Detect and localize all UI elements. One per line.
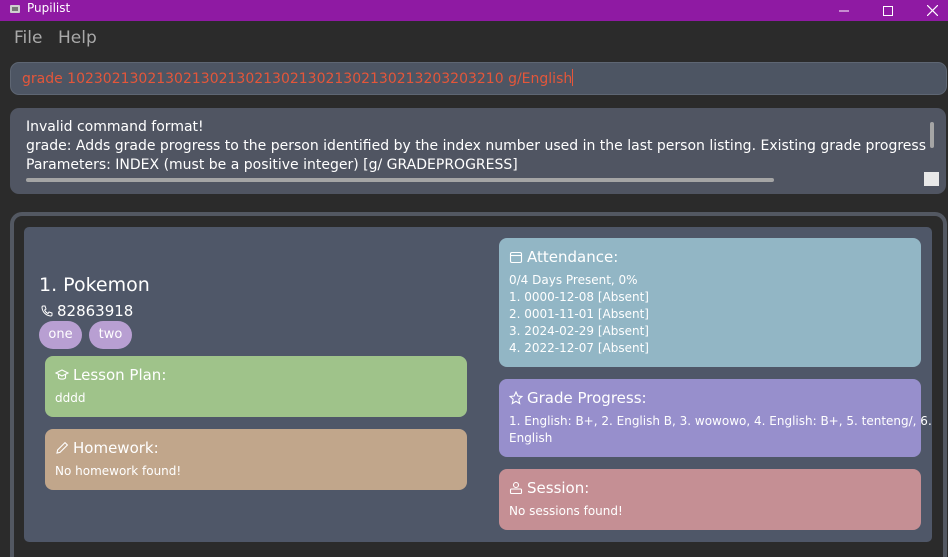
homework-box: Homework: No homework found!: [45, 429, 467, 490]
grade-progress-header: Grade Progress:: [509, 388, 647, 408]
command-box[interactable]: grade 1023021302130213021302130213021302…: [10, 62, 947, 95]
grade-progress-line-2: English: [509, 431, 553, 445]
text-caret: [572, 69, 574, 86]
result-line-2: grade: Adds grade progress to the person…: [26, 138, 926, 154]
result-text: Invalid command format! grade: Adds grad…: [26, 118, 926, 172]
session-icon: [509, 481, 523, 495]
grade-progress-title: Grade Progress:: [527, 389, 647, 407]
minimize-button[interactable]: [822, 0, 866, 21]
minimize-icon: [839, 10, 849, 11]
lesson-plan-header: Lesson Plan:: [55, 365, 166, 385]
attendance-summary: 0/4 Days Present, 0%: [509, 273, 638, 287]
homework-title: Homework:: [73, 439, 159, 457]
grade-progress-line-1: 1. English: B+, 2. English B, 3. wowowo,…: [509, 414, 932, 428]
grade-progress-box: Grade Progress: 1. English: B+, 2. Engli…: [499, 379, 932, 457]
attendance-entry-3: 3. 2024-02-29 [Absent]: [509, 324, 649, 338]
phone-number: 82863918: [57, 302, 134, 320]
star-icon: [509, 391, 523, 405]
scroll-corner: [924, 172, 939, 186]
menu-file[interactable]: File: [14, 28, 42, 48]
session-box: Session: No sessions found!: [499, 469, 921, 530]
graduation-cap-icon: [55, 369, 69, 380]
close-button[interactable]: [910, 0, 948, 21]
maximize-button[interactable]: [866, 0, 910, 21]
attendance-header: Attendance:: [509, 247, 618, 267]
person-phone: 82863918: [41, 302, 133, 320]
close-icon: [926, 5, 938, 16]
attendance-entry-4: 4. 2022-12-07 [Absent]: [509, 341, 649, 355]
calendar-icon: [509, 251, 523, 264]
attendance-entry-1: 1. 0000-12-08 [Absent]: [509, 290, 649, 304]
menu-bar: File Help: [0, 21, 948, 56]
pencil-icon: [56, 441, 69, 454]
tag-one: one: [39, 321, 82, 349]
person-name: 1. Pokemon: [39, 274, 150, 296]
phone-icon: [41, 305, 53, 317]
lesson-plan-value: dddd: [55, 391, 86, 405]
menu-help[interactable]: Help: [58, 28, 97, 48]
tag-two: two: [89, 321, 132, 349]
homework-value: No homework found!: [55, 464, 182, 478]
session-title: Session:: [527, 479, 590, 497]
vertical-scrollbar[interactable]: [930, 122, 934, 148]
command-input[interactable]: grade 1023021302130213021302130213021302…: [22, 69, 574, 89]
result-line-1: Invalid command format!: [26, 119, 204, 135]
maximize-icon: [883, 5, 893, 16]
app-icon: [10, 5, 20, 13]
lesson-plan-box: Lesson Plan: dddd: [45, 356, 467, 417]
lesson-plan-title: Lesson Plan:: [73, 366, 167, 384]
result-line-3: Parameters: INDEX (must be a positive in…: [26, 157, 518, 172]
attendance-title: Attendance:: [527, 248, 619, 266]
window-title: Pupilist: [27, 1, 71, 15]
attendance-entry-2: 2. 0001-11-01 [Absent]: [509, 307, 649, 321]
result-display: Invalid command format! grade: Adds grad…: [10, 108, 946, 194]
session-value: No sessions found!: [509, 504, 623, 518]
attendance-box: Attendance: 0/4 Days Present, 0% 1. 0000…: [499, 238, 921, 367]
title-bar: Pupilist: [0, 0, 948, 21]
session-header: Session:: [509, 478, 589, 498]
command-text: grade 1023021302130213021302130213021302…: [22, 71, 573, 87]
homework-header: Homework:: [55, 438, 159, 458]
horizontal-scrollbar[interactable]: [26, 178, 774, 182]
